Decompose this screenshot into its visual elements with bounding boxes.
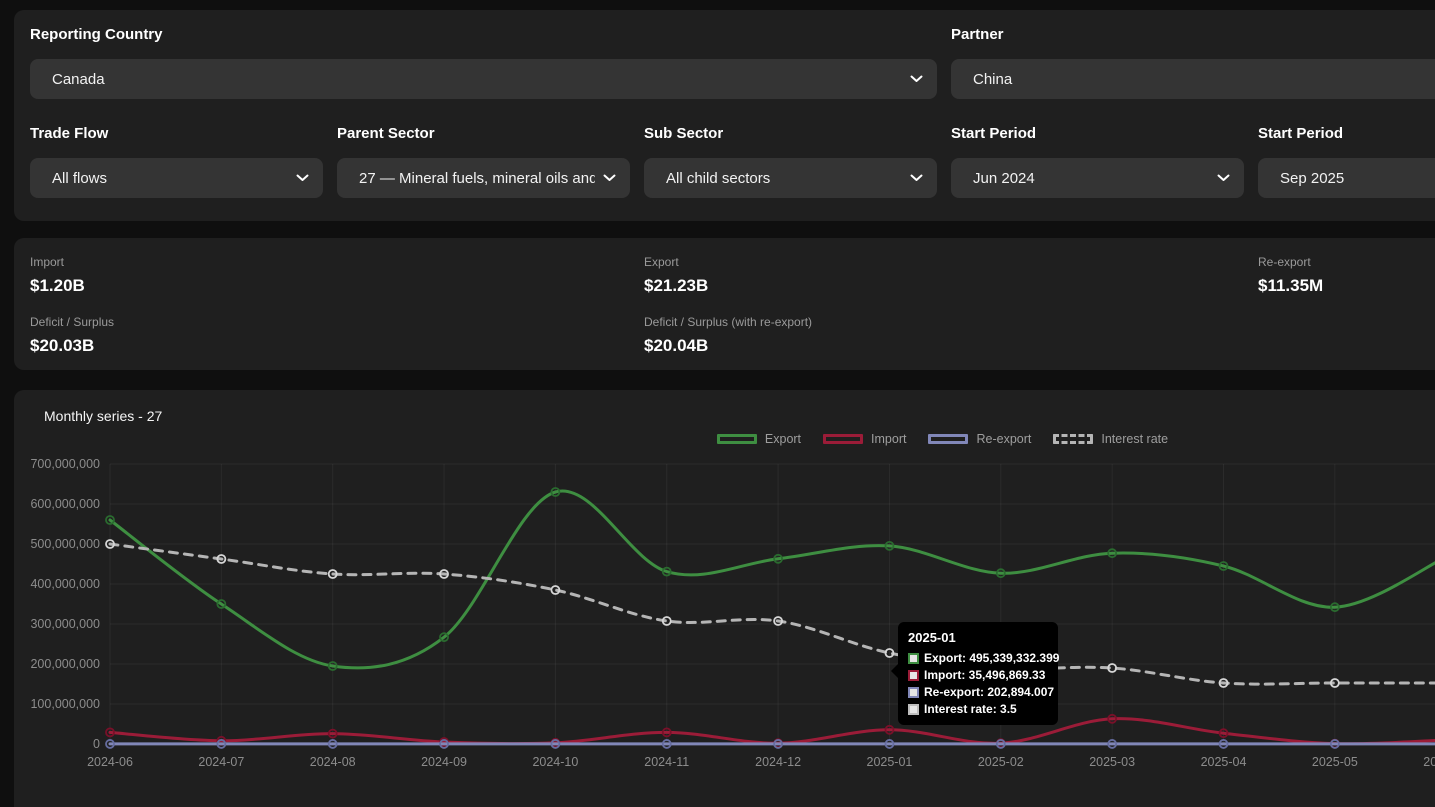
tooltip-text: Import: 35,496,869.33 — [924, 668, 1045, 682]
chart-grid — [110, 464, 1435, 744]
filters-card: Reporting Country Canada Partner China T… — [14, 10, 1435, 221]
tooltip-row: Import: 35,496,869.33 — [908, 668, 1048, 682]
x-axis-tick: 2025-04 — [1201, 755, 1247, 769]
y-axis-tick: 400,000,000 — [30, 577, 100, 591]
x-axis-tick: 2024-07 — [198, 755, 244, 769]
series-export — [106, 488, 1435, 670]
tooltip-row: Re-export: 202,894.007 — [908, 685, 1048, 699]
filter-label: Start Period — [1258, 125, 1435, 143]
series-re-export — [106, 740, 1435, 748]
y-axis-tick: 0 — [93, 737, 100, 751]
stat-label: Deficit / Surplus (with re-export) — [644, 315, 1258, 330]
select-start-period[interactable]: Jun 2024 — [951, 158, 1244, 198]
select-sub-sector[interactable]: All child sectors — [644, 158, 937, 198]
chevron-down-icon — [910, 174, 923, 182]
chart-card: Monthly series - 27 Export Import Re-exp… — [14, 390, 1435, 807]
tooltip-row: Export: 495,339,332.399 — [908, 651, 1048, 665]
stat-value: $20.04B — [644, 335, 1258, 356]
filter-label: Trade Flow — [30, 125, 323, 143]
y-axis-tick: 300,000,000 — [30, 617, 100, 631]
select-value: 27 — Mineral fuels, mineral oils and — [359, 170, 595, 187]
x-axis-tick: 2024-06 — [87, 755, 133, 769]
chevron-down-icon — [603, 174, 616, 182]
select-value: Sep 2025 — [1280, 170, 1435, 187]
stat-export: Export $21.23B — [644, 255, 1258, 296]
select-value: All child sectors — [666, 170, 902, 187]
y-axis-tick: 100,000,000 — [30, 697, 100, 711]
monthly-series-chart[interactable]: 0 100,000,000 200,000,000 300,000,000 400,00… — [14, 390, 1435, 807]
stat-value: $1.20B — [30, 275, 644, 296]
filter-trade-flow: Trade Flow All flows — [30, 125, 323, 198]
chevron-down-icon — [1217, 174, 1230, 182]
tooltip-text: Re-export: 202,894.007 — [924, 685, 1054, 699]
chevron-down-icon — [296, 174, 309, 182]
x-axis-tick: 2025-02 — [978, 755, 1024, 769]
filter-label: Partner — [951, 26, 1435, 44]
filter-label: Parent Sector — [337, 125, 630, 143]
stat-label: Export — [644, 255, 1258, 270]
tooltip-swatch-icon — [908, 704, 919, 715]
stat-deficit-surplus: Deficit / Surplus $20.03B — [30, 315, 644, 356]
stat-value: $20.03B — [30, 335, 644, 356]
chevron-down-icon — [910, 75, 923, 83]
stat-label: Import — [30, 255, 644, 270]
y-axis-tick: 200,000,000 — [30, 657, 100, 671]
tooltip-text: Interest rate: 3.5 — [924, 702, 1017, 716]
filter-label: Reporting Country — [30, 26, 937, 44]
tooltip-swatch-icon — [908, 670, 919, 681]
stat-deficit-surplus-re-export: Deficit / Surplus (with re-export) $20.0… — [644, 315, 1258, 356]
x-axis-tick: 2025-01 — [867, 755, 913, 769]
filter-end-period: Start Period Sep 2025 — [1258, 125, 1435, 198]
chart-tooltip: 2025-01 Export: 495,339,332.399 Import: … — [898, 622, 1058, 725]
tooltip-row: Interest rate: 3.5 — [908, 702, 1048, 716]
stats-card: Import $1.20B Export $21.23B Re-export $… — [14, 238, 1435, 370]
stat-value: $11.35M — [1258, 275, 1435, 296]
filter-parent-sector: Parent Sector 27 — Mineral fuels, minera… — [337, 125, 630, 198]
tooltip-swatch-icon — [908, 687, 919, 698]
select-value: China — [973, 71, 1435, 88]
select-trade-flow[interactable]: All flows — [30, 158, 323, 198]
x-axis-tick: 2024-11 — [644, 755, 689, 769]
select-partner[interactable]: China — [951, 59, 1435, 99]
stat-import: Import $1.20B — [30, 255, 644, 296]
stat-value: $21.23B — [644, 275, 1258, 296]
select-end-period[interactable]: Sep 2025 — [1258, 158, 1435, 198]
x-axis-tick: 2024-12 — [755, 755, 801, 769]
select-value: Canada — [52, 71, 902, 88]
series-interest-rate — [106, 540, 1435, 687]
select-value: Jun 2024 — [973, 170, 1209, 187]
x-axis-tick: 2025-06 — [1423, 755, 1435, 769]
x-axis-tick: 2024-08 — [310, 755, 356, 769]
x-axis-tick: 2024-10 — [532, 755, 578, 769]
stat-re-export: Re-export $11.35M — [1258, 255, 1435, 296]
y-axis-tick: 500,000,000 — [30, 537, 100, 551]
filters-grid: Reporting Country Canada Partner China T… — [30, 26, 1435, 198]
x-axis-tick: 2024-09 — [421, 755, 467, 769]
select-parent-sector[interactable]: 27 — Mineral fuels, mineral oils and — [337, 158, 630, 198]
stat-label: Deficit / Surplus — [30, 315, 644, 330]
x-axis-tick: 2025-05 — [1312, 755, 1358, 769]
filter-sub-sector: Sub Sector All child sectors — [644, 125, 937, 198]
tooltip-text: Export: 495,339,332.399 — [924, 651, 1059, 665]
trade-dashboard: Reporting Country Canada Partner China T… — [0, 0, 1435, 807]
stats-grid: Import $1.20B Export $21.23B Re-export $… — [30, 255, 1435, 356]
stat-label: Re-export — [1258, 255, 1435, 270]
tooltip-title: 2025-01 — [908, 630, 1048, 645]
select-reporting-country[interactable]: Canada — [30, 59, 937, 99]
filter-start-period: Start Period Jun 2024 — [951, 125, 1244, 198]
select-value: All flows — [52, 170, 288, 187]
tooltip-swatch-icon — [908, 653, 919, 664]
x-axis-tick: 2025-03 — [1089, 755, 1135, 769]
y-axis-tick: 700,000,000 — [30, 457, 100, 471]
filter-partner: Partner China — [951, 26, 1435, 99]
y-axis-tick: 600,000,000 — [30, 497, 100, 511]
filter-label: Sub Sector — [644, 125, 937, 143]
filter-reporting-country: Reporting Country Canada — [30, 26, 937, 99]
filter-label: Start Period — [951, 125, 1244, 143]
